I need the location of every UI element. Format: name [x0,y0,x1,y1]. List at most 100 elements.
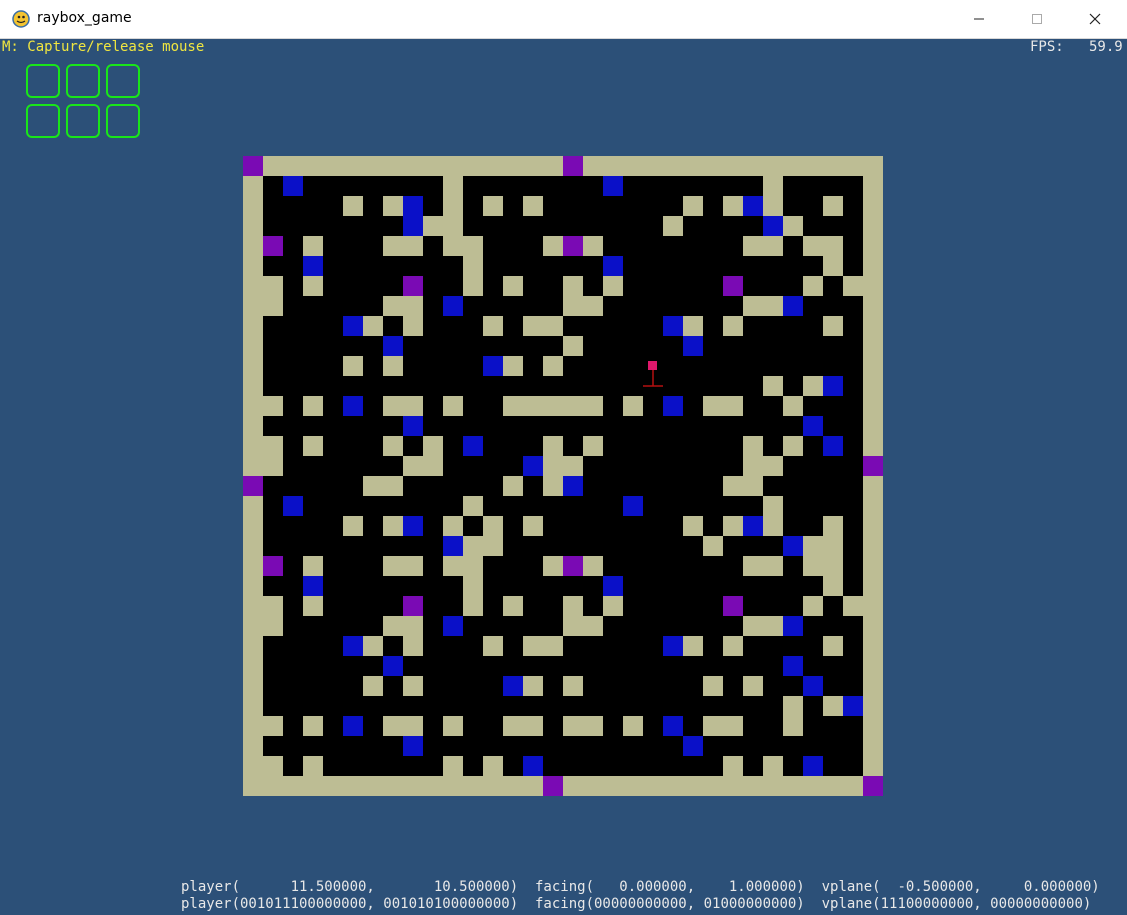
wall-block [863,156,883,176]
blue-block [843,696,863,716]
wall-block [383,196,403,216]
wall-block [343,196,363,216]
wall-block [603,156,623,176]
blue-block [663,716,683,736]
wall-block [243,276,263,296]
wall-block [383,396,403,416]
wall-block [683,776,703,796]
wall-block [863,256,883,276]
wall-block [483,316,503,336]
blue-block [283,176,303,196]
wall-block [763,616,783,636]
wall-block [283,776,303,796]
wall-block [843,596,863,616]
wall-block [703,676,723,696]
wall-block [763,176,783,196]
wall-block [243,696,263,716]
blue-block [343,316,363,336]
blue-block [663,316,683,336]
wall-block [303,756,323,776]
wall-block [703,156,723,176]
wall-block [823,196,843,216]
wall-block [783,216,803,236]
wall-block [243,336,263,356]
blue-block [403,196,423,216]
wall-block [763,516,783,536]
wall-block [243,356,263,376]
wall-block [323,156,343,176]
wall-block [563,456,583,476]
wall-block [563,616,583,636]
wall-block [443,516,463,536]
wall-block [563,396,583,416]
wall-block [243,236,263,256]
wall-block [803,556,823,576]
wall-block [463,496,483,516]
title-bar[interactable]: raybox_game [0,0,1127,39]
wall-block [463,556,483,576]
wall-block [863,556,883,576]
wall-block [263,156,283,176]
wall-block [383,556,403,576]
wall-block [823,696,843,716]
maximize-button[interactable] [1014,0,1060,38]
wall-block [503,596,523,616]
wall-block [783,776,803,796]
wall-block [683,636,703,656]
wall-block [243,656,263,676]
blue-block [383,656,403,676]
wall-block [263,756,283,776]
wall-block [423,456,443,476]
wall-block [603,276,623,296]
inventory-slot [66,104,100,138]
wall-block [543,156,563,176]
wall-block [403,156,423,176]
wall-block [403,616,423,636]
purple-block [563,236,583,256]
wall-block [363,156,383,176]
wall-block [243,776,263,796]
wall-block [523,676,543,696]
wall-block [723,476,743,496]
wall-block [763,756,783,776]
wall-block [263,396,283,416]
blue-block [343,716,363,736]
wall-block [863,316,883,336]
wall-block [783,696,803,716]
debug-line-fixed: player(001011100000000, 001010100000000)… [181,896,1092,912]
blue-block [403,416,423,436]
wall-block [363,676,383,696]
wall-block [363,776,383,796]
wall-block [703,536,723,556]
blue-block [743,196,763,216]
wall-block [823,516,843,536]
wall-block [863,536,883,556]
inventory-slot [106,64,140,98]
wall-block [723,196,743,216]
wall-block [803,156,823,176]
wall-block [463,156,483,176]
wall-block [823,316,843,336]
blue-block [783,656,803,676]
wall-block [423,156,443,176]
blue-block [803,676,823,696]
blue-block [443,536,463,556]
wall-block [783,716,803,736]
wall-block [383,516,403,536]
blue-block [683,336,703,356]
wall-block [243,416,263,436]
wall-block [443,156,463,176]
purple-block [563,156,583,176]
wall-block [303,156,323,176]
minimize-button[interactable] [956,0,1002,38]
wall-block [863,636,883,656]
close-button[interactable] [1072,0,1118,38]
wall-block [343,776,363,796]
blue-block [683,736,703,756]
wall-block [563,776,583,796]
game-viewport[interactable]: M: Capture/release mouse FPS: 59.9 playe… [0,39,1127,915]
wall-block [463,576,483,596]
wall-block [863,396,883,416]
wall-block [863,296,883,316]
wall-block [443,196,463,216]
